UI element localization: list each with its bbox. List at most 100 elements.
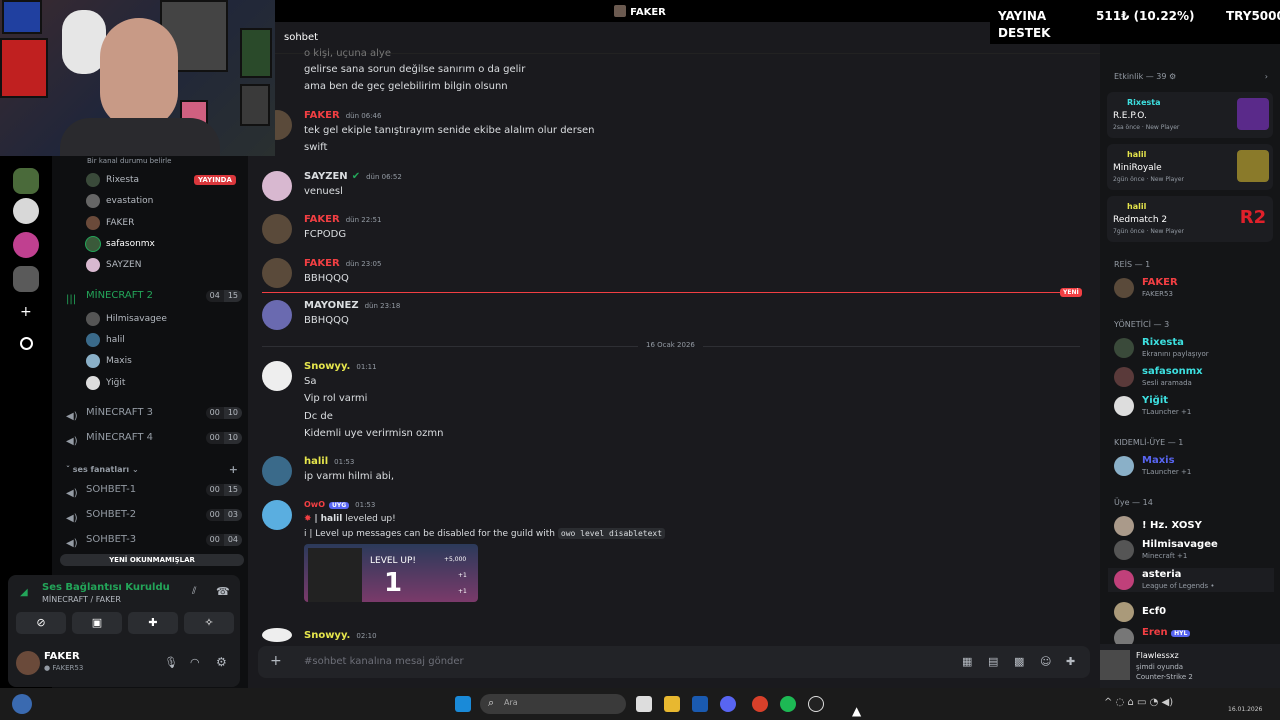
voice-channel-minecraft-2[interactable]: ||| MİNECRAFT 2 04 15 <box>66 286 242 306</box>
message: Snowyy. 01:11 Sa Vip rol varmi Dc de Kide… <box>262 361 1082 447</box>
member-item[interactable]: ! Hz. XOSY <box>1108 514 1274 538</box>
server-icon-4[interactable] <box>13 266 39 292</box>
voice-status[interactable]: Ses Bağlantısı Kuruldu <box>42 582 170 593</box>
member-item[interactable]: asteria League of Legends • <box>1108 568 1274 592</box>
voice-channel-sohbet-3[interactable]: ◀) SOHBET-3 00 04 <box>66 530 242 550</box>
avatar[interactable] <box>262 300 292 330</box>
author-name[interactable]: FAKER <box>304 214 340 225</box>
chrome-icon[interactable] <box>752 696 768 712</box>
level-up-card[interactable]: LEVEL UP! 1 +5,000 +1 +1 <box>304 544 478 602</box>
camera-off-button[interactable]: ⊘ <box>16 612 66 634</box>
member-item[interactable]: Maxis TLauncher +1 <box>1108 454 1274 478</box>
member-item[interactable]: Yiğit TLauncher +1 <box>1108 394 1274 418</box>
headphones-icon[interactable]: ◠ <box>190 656 200 669</box>
wall-poster <box>240 28 272 78</box>
explore-icon[interactable] <box>20 337 33 350</box>
user-count: 00 03 <box>205 509 242 521</box>
voice-location[interactable]: MİNECRAFT / FAKER <box>42 595 121 604</box>
author-name[interactable]: Snowyy. <box>304 630 350 641</box>
member-item[interactable]: safasonmx Sesli aramada <box>1108 365 1274 389</box>
gift-icon[interactable]: ▦ <box>962 655 972 668</box>
channel-status-hint[interactable]: Bir kanal durumu belirle <box>87 157 171 165</box>
emoji-icon[interactable]: ☺ <box>1040 655 1051 668</box>
server-icon-1[interactable] <box>13 168 39 194</box>
tray-icons[interactable]: ^ ◌ ⌂ ▭ ◔ ◀) <box>1104 697 1173 708</box>
attach-icon[interactable]: + <box>270 653 282 669</box>
voice-user[interactable]: Rixesta YAYINDA <box>86 171 236 189</box>
author-name[interactable]: halil <box>304 456 328 467</box>
noise-suppression-icon[interactable]: ⫽ <box>192 586 196 597</box>
avatar <box>86 194 100 208</box>
member-item[interactable]: Ecf0 <box>1108 600 1274 624</box>
member-item[interactable]: FAKER FAKER53 <box>1108 276 1274 300</box>
store-icon[interactable] <box>692 696 708 712</box>
task-view-icon[interactable] <box>636 696 652 712</box>
avatar <box>86 258 100 272</box>
now-playing-card[interactable]: Flawlessxz şimdi oyunda Counter-Strike 2 <box>1100 644 1280 688</box>
server-icon-2[interactable] <box>13 198 39 224</box>
avatar <box>1114 278 1134 298</box>
author-name[interactable]: Snowyy. <box>304 361 350 372</box>
add-channel-icon[interactable]: + <box>229 463 238 476</box>
apps-icon[interactable]: ✚ <box>1066 655 1075 668</box>
file-explorer-icon[interactable] <box>664 696 680 712</box>
voice-channel-sohbet-1[interactable]: ◀) SOHBET-1 00 15 <box>66 480 242 500</box>
voice-channel-sohbet-2[interactable]: ◀) SOHBET-2 00 03 <box>66 505 242 525</box>
mic-icon[interactable]: 🎙 <box>164 656 178 669</box>
avatar[interactable] <box>16 651 40 675</box>
spotify-icon[interactable] <box>780 696 796 712</box>
avatar[interactable] <box>262 628 292 642</box>
author-name[interactable]: FAKER <box>304 258 340 269</box>
category-header[interactable]: ˇ ses fanatları ⌄ + <box>66 463 238 476</box>
screen-share-button[interactable]: ▣ <box>72 612 122 634</box>
gear-icon[interactable]: ⚙ <box>216 655 227 669</box>
add-server-icon[interactable]: + <box>20 304 32 320</box>
disconnect-icon[interactable]: ☎ <box>216 585 230 598</box>
message: o kişi, uçuna alye gelirse sana sorun de… <box>304 48 526 92</box>
inline-code: owo level disabletext <box>557 528 666 539</box>
windows-start-icon[interactable] <box>455 696 471 712</box>
activity-card[interactable]: halil Redmatch 2 7gün önce · New Player … <box>1107 196 1273 242</box>
chevron-right-icon[interactable]: › <box>1265 72 1268 81</box>
avatar[interactable] <box>262 361 292 391</box>
user-portrait <box>308 548 362 602</box>
speaker-icon: ◀) <box>66 436 78 447</box>
role-header: Üye — 14 <box>1114 498 1153 507</box>
date-label[interactable]: 16.01.2026 <box>1228 706 1262 713</box>
voice-channel-minecraft-4[interactable]: ◀) MİNECRAFT 4 00 10 <box>66 428 242 448</box>
author-name[interactable]: SAYZEN <box>304 171 348 182</box>
user-name[interactable]: FAKER <box>44 651 80 662</box>
message: FAKER dün 06:46 tek gel ekiple tanıştıray… <box>262 110 1082 154</box>
activity-card[interactable]: Rixesta R.E.P.O. 2sa önce · New Player <box>1107 92 1273 138</box>
avatar[interactable] <box>262 171 292 201</box>
live-badge: YAYINDA <box>194 175 236 185</box>
gif-icon[interactable]: ▤ <box>988 655 998 668</box>
member-item[interactable]: Hilmisavagee Minecraft +1 <box>1108 538 1274 562</box>
user-count: 00 10 <box>205 407 242 419</box>
wall-poster <box>2 0 42 34</box>
author-name[interactable]: OwO <box>304 500 325 509</box>
avatar <box>1114 338 1134 358</box>
discord-icon[interactable] <box>720 696 736 712</box>
message-input[interactable]: #sohbet kanalına mesaj gönder <box>304 656 464 667</box>
sticker-icon[interactable]: ▩ <box>1014 655 1024 668</box>
weather-widget[interactable] <box>12 694 32 714</box>
avatar[interactable] <box>262 258 292 288</box>
server-icon-3[interactable] <box>13 232 39 258</box>
activity-card[interactable]: halil MiniRoyale 2gün önce · New Player <box>1107 144 1273 190</box>
author-name[interactable]: FAKER <box>304 110 340 121</box>
mouse-cursor: ▲ <box>852 704 862 718</box>
author-name[interactable]: MAYONEZ <box>304 300 359 311</box>
avatar[interactable] <box>262 214 292 244</box>
activities-button[interactable]: ✚ <box>128 612 178 634</box>
member-item[interactable]: Rixesta Ekranını paylaşıyor <box>1108 336 1274 360</box>
unread-banner[interactable]: YENİ OKUNMAMIŞLAR <box>60 554 244 566</box>
avatar[interactable] <box>262 500 292 530</box>
voice-channel-minecraft-3[interactable]: ◀) MİNECRAFT 3 00 10 <box>66 403 242 423</box>
steam-icon[interactable] <box>808 696 824 712</box>
search-box[interactable]: ⌕ Ara <box>480 694 626 714</box>
soundboard-button[interactable]: ✧ <box>184 612 234 634</box>
activity-header[interactable]: Etkinlik — 39 ⚙ › <box>1114 72 1268 81</box>
avatar[interactable] <box>262 456 292 486</box>
avatar <box>1114 396 1134 416</box>
